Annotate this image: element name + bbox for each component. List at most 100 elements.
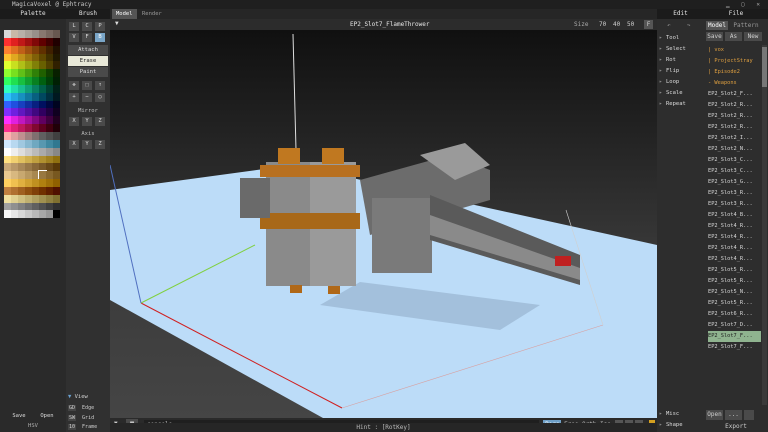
palette-swatch[interactable]: [18, 37, 25, 46]
palette-swatch[interactable]: [18, 186, 25, 195]
palette-swatch[interactable]: [11, 53, 18, 62]
palette-swatch[interactable]: [18, 61, 25, 70]
file-item[interactable]: EP2_Slot3_G...: [708, 177, 761, 188]
brush-face-button[interactable]: F: [82, 33, 92, 42]
palette-swatch[interactable]: [46, 155, 53, 164]
mirror-z-button[interactable]: Z: [95, 117, 105, 126]
file-item[interactable]: EP2_Slot5_R...: [708, 298, 761, 309]
palette-swatch[interactable]: [18, 84, 25, 93]
palette-swatch[interactable]: [53, 210, 60, 219]
palette-swatch[interactable]: [32, 116, 39, 125]
file-item[interactable]: EP2_Slot4_R...: [708, 221, 761, 232]
file-item[interactable]: EP2_Slot3_R...: [708, 199, 761, 210]
brush-pattern-button[interactable]: P: [95, 22, 105, 31]
file-scrollbar-thumb[interactable]: [762, 47, 767, 87]
edit-flip[interactable]: ▸ Flip: [659, 66, 703, 77]
palette-swatch[interactable]: [25, 100, 32, 109]
file-item[interactable]: EP2_Slot5_R...: [708, 265, 761, 276]
palette-swatch[interactable]: [11, 69, 18, 78]
palette-swatch[interactable]: [11, 124, 18, 132]
palette-swatch[interactable]: [32, 69, 39, 78]
folder-item[interactable]: | Episode2: [708, 67, 761, 78]
palette-swatch[interactable]: [32, 163, 39, 172]
palette-swatch[interactable]: [53, 92, 60, 101]
pick-tool-icon[interactable]: ↑: [95, 81, 105, 90]
palette-swatch[interactable]: [53, 131, 60, 140]
file-item[interactable]: EP2_Slot2_R...: [708, 100, 761, 111]
palette-swatch[interactable]: [25, 30, 32, 38]
mirror-x-button[interactable]: X: [69, 117, 79, 126]
palette-swatch[interactable]: [53, 179, 60, 187]
palette-swatch[interactable]: [18, 100, 25, 109]
attach-mode-button[interactable]: Attach: [68, 45, 108, 55]
palette-swatch[interactable]: [25, 131, 32, 140]
file-item[interactable]: EP2_Slot4_R...: [708, 232, 761, 243]
brush-line-button[interactable]: L: [69, 22, 79, 31]
file-item[interactable]: EP2_Slot2_F...: [708, 89, 761, 100]
palette-swatch[interactable]: [32, 210, 39, 219]
palette-swatch[interactable]: [32, 202, 39, 211]
palette-swatch[interactable]: [25, 171, 32, 180]
brush-box-button[interactable]: B: [95, 33, 105, 42]
palette-swatch[interactable]: [11, 186, 18, 195]
palette-swatch[interactable]: [32, 77, 39, 85]
palette-swatch[interactable]: [4, 53, 11, 62]
palette-swatch[interactable]: [53, 30, 60, 38]
palette-swatch[interactable]: [11, 92, 18, 101]
palette-swatch[interactable]: [4, 186, 11, 195]
palette-swatch[interactable]: [25, 210, 32, 219]
palette-swatch[interactable]: [25, 202, 32, 211]
palette-swatch[interactable]: [25, 108, 32, 117]
palette-swatch[interactable]: [46, 163, 53, 172]
palette-save-button[interactable]: Save: [8, 412, 30, 420]
palette-swatch[interactable]: [25, 45, 32, 54]
palette-swatch[interactable]: [25, 92, 32, 101]
palette-swatch[interactable]: [32, 124, 39, 132]
palette-swatch[interactable]: [53, 163, 60, 172]
palette-swatch[interactable]: [46, 116, 53, 125]
palette-swatch[interactable]: [46, 171, 53, 180]
palette-swatch[interactable]: [4, 61, 11, 70]
palette-swatch[interactable]: [39, 30, 46, 38]
palette-swatch[interactable]: [25, 53, 32, 62]
palette-swatch[interactable]: [11, 30, 18, 38]
palette-swatch[interactable]: [39, 163, 46, 172]
palette-swatch[interactable]: [4, 84, 11, 93]
palette-swatch[interactable]: [39, 61, 46, 70]
palette-swatch[interactable]: [25, 179, 32, 187]
palette-swatch[interactable]: [53, 147, 60, 156]
palette-swatch[interactable]: [39, 45, 46, 54]
file-item[interactable]: EP2_Slot5_R...: [708, 276, 761, 287]
palette-swatch[interactable]: [4, 147, 11, 156]
palette-swatch[interactable]: [11, 45, 18, 54]
palette-swatch[interactable]: [4, 77, 11, 85]
palette-swatch[interactable]: [18, 179, 25, 187]
palette-swatch[interactable]: [53, 100, 60, 109]
palette-swatch[interactable]: [39, 194, 46, 203]
palette-swatch[interactable]: [53, 61, 60, 70]
palette-swatch[interactable]: [11, 139, 18, 148]
redo-icon[interactable]: ↷: [687, 22, 691, 29]
file-item[interactable]: EP2_Slot4_R...: [708, 243, 761, 254]
view-grid-row[interactable]: SW Grid: [68, 414, 108, 423]
palette-swatch[interactable]: [46, 131, 53, 140]
palette-swatch[interactable]: [39, 131, 46, 140]
palette-swatch[interactable]: [32, 139, 39, 148]
palette-swatch[interactable]: [18, 45, 25, 54]
palette-swatch[interactable]: [39, 116, 46, 125]
palette-swatch[interactable]: [4, 194, 11, 203]
axis-z-button[interactable]: Z: [95, 140, 105, 149]
palette-swatch[interactable]: [4, 69, 11, 78]
palette-swatch[interactable]: [11, 202, 18, 211]
sphere-icon[interactable]: ○: [95, 93, 105, 102]
file-item[interactable]: EP2_Slot2_R...: [708, 111, 761, 122]
palette-swatch[interactable]: [18, 163, 25, 172]
palette-swatch[interactable]: [11, 108, 18, 117]
file-item[interactable]: EP2_Slot3_R...: [708, 188, 761, 199]
add-icon[interactable]: +: [69, 93, 79, 102]
palette-swatch[interactable]: [39, 53, 46, 62]
palette-swatch[interactable]: [46, 108, 53, 117]
palette-swatch[interactable]: [32, 131, 39, 140]
file-item[interactable]: EP2_Slot7_F...: [708, 342, 761, 353]
palette-open-button[interactable]: Open: [36, 412, 58, 420]
